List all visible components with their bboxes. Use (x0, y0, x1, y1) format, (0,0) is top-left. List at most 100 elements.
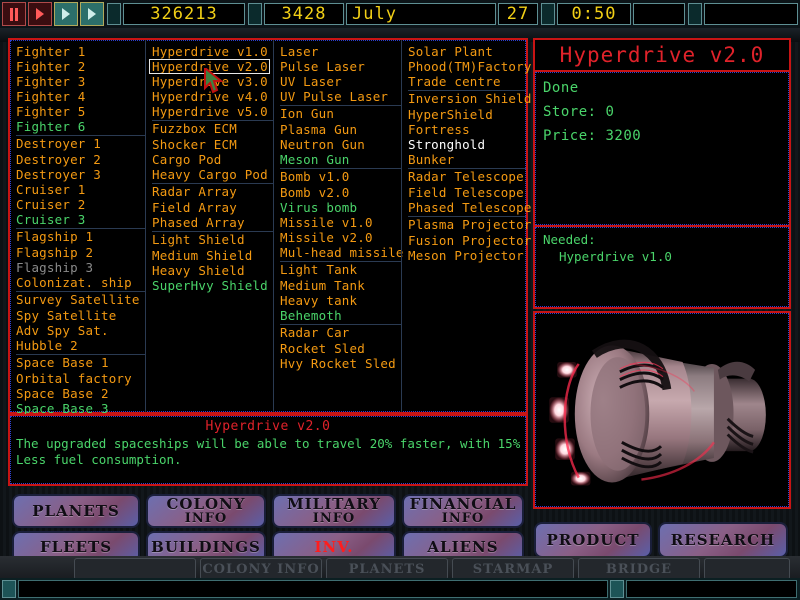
list-item[interactable]: Destroyer 2 (16, 152, 145, 167)
message-bar-field-2 (626, 580, 797, 598)
nav-button-planets[interactable]: PLANETS (326, 558, 448, 580)
list-item[interactable]: Medium Tank (280, 278, 401, 293)
list-item[interactable]: Hyperdrive v1.0 (152, 44, 273, 59)
list-item[interactable]: Flagship 1 (16, 228, 145, 245)
list-item[interactable]: Destroyer 1 (16, 135, 145, 152)
list-item[interactable]: Shocker ECM (152, 137, 273, 152)
list-item[interactable]: Fighter 5 (16, 104, 145, 119)
colony-info-button[interactable]: COLONY INFO (146, 494, 266, 528)
nav-button-6[interactable] (704, 558, 790, 580)
financial-info-line1: FINANCIAL (410, 496, 517, 512)
list-item[interactable]: Fighter 2 (16, 59, 145, 74)
list-item[interactable]: Solar Plant (408, 44, 526, 59)
list-item[interactable]: Laser (280, 44, 401, 59)
list-item[interactable]: Hyperdrive v2.0 (149, 59, 270, 74)
spare-field-cap (688, 3, 702, 25)
military-info-line2: INFO (313, 512, 356, 526)
list-item[interactable]: Phased Array (152, 215, 273, 230)
list-item[interactable]: UV Pulse Laser (280, 89, 401, 104)
list-item[interactable]: Field Array (152, 200, 273, 215)
list-item[interactable]: Neutron Gun (280, 137, 401, 152)
list-item[interactable]: Adv Spy Sat. (16, 323, 145, 338)
list-item[interactable]: Virus bomb (280, 200, 401, 215)
list-item[interactable]: Spy Satellite (16, 308, 145, 323)
list-item[interactable]: Missile v1.0 (280, 215, 401, 230)
list-item[interactable]: Cruiser 1 (16, 182, 145, 197)
list-item[interactable]: Heavy tank (280, 293, 401, 308)
pause-button[interactable] (2, 2, 26, 26)
nav-button-starmap[interactable]: STARMAP (452, 558, 574, 580)
list-item[interactable]: Missile v2.0 (280, 230, 401, 245)
list-item[interactable]: Hyperdrive v4.0 (152, 89, 273, 104)
list-item[interactable]: Ion Gun (280, 105, 401, 122)
play-button[interactable] (28, 2, 52, 26)
list-item[interactable]: Fighter 1 (16, 44, 145, 59)
description-panel: Hyperdrive v2.0 The upgraded spaceships … (8, 414, 528, 486)
list-item[interactable]: Radar Car (280, 324, 401, 341)
list-item[interactable]: Pulse Laser (280, 59, 401, 74)
column-ships: Fighter 1Fighter 2Fighter 3Fighter 4Figh… (10, 40, 145, 412)
list-item[interactable]: Fuzzbox ECM (152, 120, 273, 137)
list-item[interactable]: Hyperdrive v3.0 (152, 74, 273, 89)
list-item[interactable]: Flagship 2 (16, 245, 145, 260)
list-item[interactable]: Cruiser 3 (16, 212, 145, 227)
financial-info-button[interactable]: FINANCIAL INFO (402, 494, 524, 528)
list-item[interactable]: Orbital factory (16, 371, 145, 386)
list-item[interactable]: Destroyer 3 (16, 167, 145, 182)
list-item[interactable]: Plasma Gun (280, 122, 401, 137)
spare-display-1 (633, 3, 685, 25)
list-item[interactable]: Field Telescope (408, 185, 526, 200)
very-fast-forward-button[interactable] (80, 2, 104, 26)
list-item[interactable]: Bomb v2.0 (280, 185, 401, 200)
list-item[interactable]: Hvy Rocket Sled (280, 356, 401, 371)
list-item[interactable]: Plasma Projector (408, 216, 526, 233)
list-item[interactable]: Fighter 3 (16, 74, 145, 89)
aliens-button-label: ALIENS (427, 539, 498, 555)
model-viewport (533, 311, 791, 509)
nav-button-1[interactable] (74, 558, 196, 580)
list-item[interactable]: Meson Gun (280, 152, 401, 167)
list-item[interactable]: Hyperdrive v5.0 (152, 104, 273, 119)
list-item[interactable]: Fortress (408, 122, 526, 137)
list-item[interactable]: Heavy Shield (152, 263, 273, 278)
fast-forward-button[interactable] (54, 2, 78, 26)
list-item[interactable]: Phased Telescope (408, 200, 526, 215)
product-button[interactable]: PRODUCT (534, 522, 652, 558)
list-item[interactable]: Hubble 2 (16, 338, 145, 353)
list-item[interactable]: Trade centre (408, 74, 526, 89)
nav-button-colony-info[interactable]: COLONY INFO (200, 558, 322, 580)
list-item[interactable]: Space Base 1 (16, 354, 145, 371)
list-item[interactable]: Mul-head missile (280, 245, 401, 260)
list-item[interactable]: Rocket Sled (280, 341, 401, 356)
list-item[interactable]: Flagship 3 (16, 260, 145, 275)
list-item[interactable]: Colonizat. ship (16, 275, 145, 290)
list-item[interactable]: Radar Telescope (408, 168, 526, 185)
list-item[interactable]: Cargo Pod (152, 152, 273, 167)
military-info-button[interactable]: MILITARY INFO (272, 494, 396, 528)
list-item[interactable]: Light Shield (152, 231, 273, 248)
list-item[interactable]: Space Base 2 (16, 386, 145, 401)
research-button[interactable]: RESEARCH (658, 522, 788, 558)
list-item[interactable]: Medium Shield (152, 248, 273, 263)
list-item[interactable]: Meson Projector (408, 248, 526, 263)
list-item[interactable]: Fighter 4 (16, 89, 145, 104)
list-item[interactable]: Survey Satellite (16, 291, 145, 308)
list-item[interactable]: Bunker (408, 152, 526, 167)
planets-button[interactable]: PLANETS (12, 494, 140, 528)
list-item[interactable]: Inversion Shield (408, 90, 526, 107)
list-item[interactable]: Heavy Cargo Pod (152, 167, 273, 182)
list-item[interactable]: Fighter 6 (16, 119, 145, 134)
list-item[interactable]: Stronghold (408, 137, 526, 152)
list-item[interactable]: Cruiser 2 (16, 197, 145, 212)
list-item[interactable]: Phood(TM)Factory (408, 59, 526, 74)
list-item[interactable]: Fusion Projector (408, 233, 526, 248)
list-item[interactable]: Behemoth (280, 308, 401, 323)
list-item[interactable]: UV Laser (280, 74, 401, 89)
item-title: Hyperdrive v2.0 (560, 43, 765, 67)
list-item[interactable]: SuperHvy Shield (152, 278, 273, 293)
list-item[interactable]: Bomb v1.0 (280, 168, 401, 185)
list-item[interactable]: HyperShield (408, 107, 526, 122)
nav-button-bridge[interactable]: BRIDGE (578, 558, 700, 580)
list-item[interactable]: Light Tank (280, 261, 401, 278)
list-item[interactable]: Radar Array (152, 183, 273, 200)
